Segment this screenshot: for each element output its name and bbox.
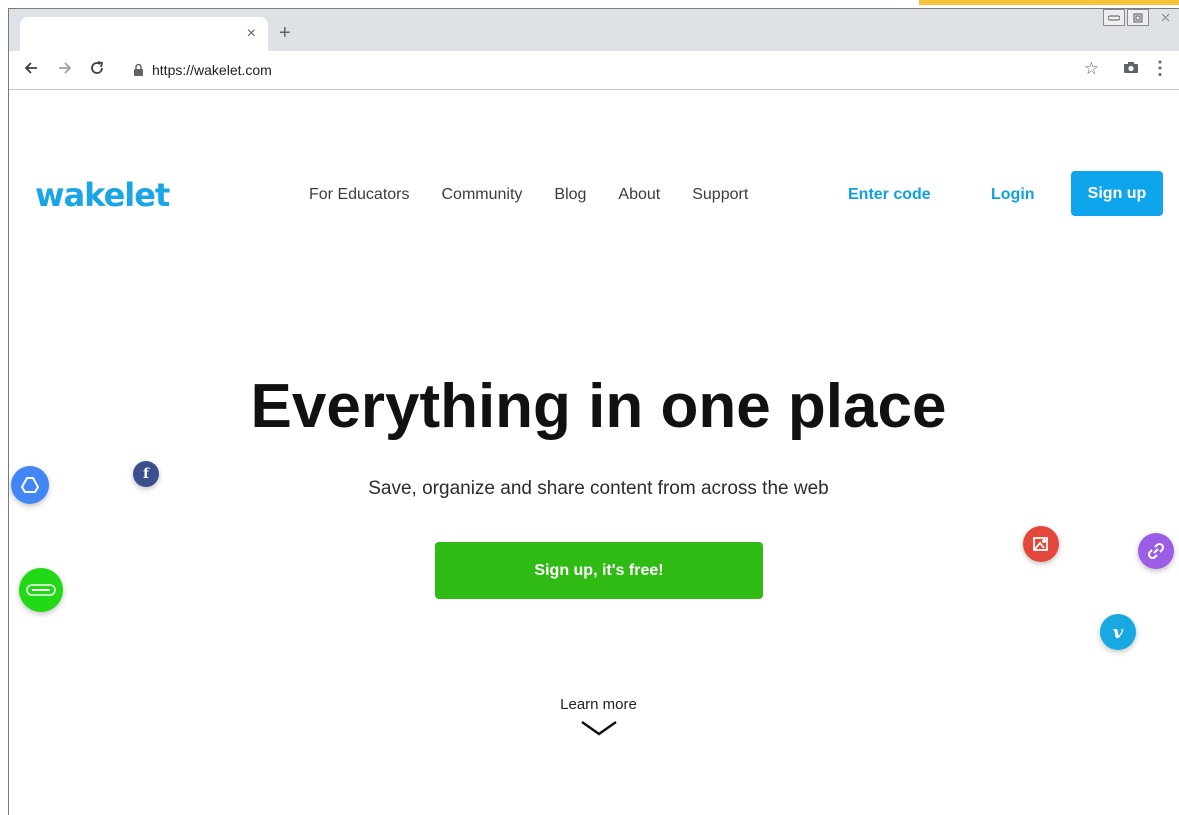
browser-toolbar: https://wakelet.com ☆ ⋮ [9, 51, 1179, 90]
tab-close-icon[interactable]: × [247, 25, 256, 43]
back-arrow-glyph [24, 62, 37, 74]
reload-glyph [91, 61, 104, 74]
top-accent-strip [919, 0, 1179, 5]
window-close-icon[interactable] [1151, 9, 1179, 26]
google-drive-icon [11, 466, 49, 504]
vimeo-icon: v [1100, 614, 1136, 650]
nav-for-educators[interactable]: For Educators [309, 186, 409, 204]
wakelet-logo[interactable]: wakelet [35, 176, 170, 214]
url-text[interactable]: https://wakelet.com [152, 62, 272, 78]
forward-arrow-icon[interactable] [57, 60, 73, 80]
new-tab-icon[interactable]: + [279, 23, 291, 43]
browser-window: × + https://wakelet.com ☆ ⋮ wakelet For … [8, 8, 1179, 815]
image-glyph [1033, 537, 1048, 551]
reload-icon[interactable] [89, 60, 105, 80]
google-drive-glyph [21, 477, 39, 493]
web-page: wakelet For Educators Community Blog Abo… [9, 90, 1179, 815]
hero-title: Everything in one place [250, 372, 947, 441]
lock-glyph [134, 63, 143, 76]
nav-support[interactable]: Support [692, 186, 748, 204]
restore-icon[interactable] [1127, 9, 1149, 26]
enter-code-link[interactable]: Enter code [848, 186, 931, 204]
nav-about[interactable]: About [618, 186, 660, 204]
tab-strip: × + [9, 9, 1179, 51]
camera-icon[interactable] [1123, 61, 1139, 79]
flipgrid-glyph [26, 584, 56, 596]
minimize-glyph [1108, 15, 1120, 20]
star-icon[interactable]: ☆ [1084, 59, 1099, 79]
close-glyph [1161, 13, 1169, 22]
kebab-menu-icon[interactable]: ⋮ [1151, 58, 1169, 79]
chevron-glyph [581, 720, 617, 736]
signup-button[interactable]: Sign up [1071, 171, 1163, 216]
camera-glyph [1124, 62, 1138, 73]
chevron-down-icon[interactable] [579, 718, 619, 745]
lock-icon [133, 63, 144, 77]
back-arrow-icon[interactable] [23, 60, 39, 80]
login-link[interactable]: Login [991, 186, 1035, 204]
nav-community[interactable]: Community [441, 186, 522, 204]
learn-more-link[interactable]: Learn more [9, 696, 1179, 713]
link-icon [1138, 533, 1174, 569]
minimize-icon[interactable] [1103, 9, 1125, 26]
nav-blog[interactable]: Blog [554, 186, 586, 204]
link-glyph [1147, 542, 1165, 560]
main-nav: For Educators Community Blog About Suppo… [309, 186, 780, 204]
window-controls [1103, 9, 1179, 29]
hero-subtitle: Save, organize and share content from ac… [368, 478, 829, 499]
forward-arrow-glyph [59, 62, 72, 74]
hero-signup-button[interactable]: Sign up, it's free! [435, 542, 763, 599]
restore-glyph [1133, 13, 1143, 22]
flipgrid-icon [19, 568, 63, 612]
image-icon [1023, 526, 1059, 562]
facebook-icon: f [133, 461, 159, 487]
address-bar[interactable]: https://wakelet.com [119, 56, 1079, 84]
browser-tab[interactable]: × [20, 17, 268, 51]
